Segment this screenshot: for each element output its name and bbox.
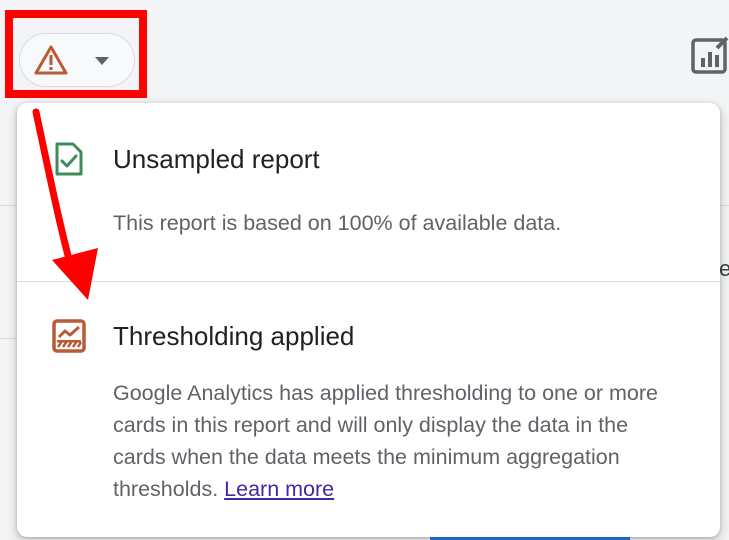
data-quality-button[interactable] xyxy=(19,33,135,87)
unsampled-report-section: Unsampled report This report is based on… xyxy=(17,103,720,282)
edit-report-icon[interactable] xyxy=(690,34,729,76)
background-divider xyxy=(720,205,729,206)
background-partial-text: e xyxy=(719,256,729,281)
background-divider xyxy=(0,338,16,339)
thresholding-section: Thresholding applied Google Analytics ha… xyxy=(17,282,720,537)
section-title: Unsampled report xyxy=(113,144,320,174)
caret-down-icon xyxy=(95,57,109,65)
thresholding-description: Google Analytics has applied thresholdin… xyxy=(113,381,659,501)
section-title: Thresholding applied xyxy=(113,321,355,351)
learn-more-link[interactable]: Learn more xyxy=(224,477,334,501)
analytics-report-page: e Unsampled report This report is based … xyxy=(0,0,729,540)
section-description: Google Analytics has applied thresholdin… xyxy=(113,377,680,505)
thresholding-chart-icon xyxy=(52,319,86,353)
warning-triangle-icon xyxy=(34,45,68,75)
section-description: This report is based on 100% of availabl… xyxy=(113,211,562,235)
check-document-icon xyxy=(55,142,83,176)
background-divider xyxy=(0,205,16,206)
data-quality-panel: Unsampled report This report is based on… xyxy=(17,103,720,537)
